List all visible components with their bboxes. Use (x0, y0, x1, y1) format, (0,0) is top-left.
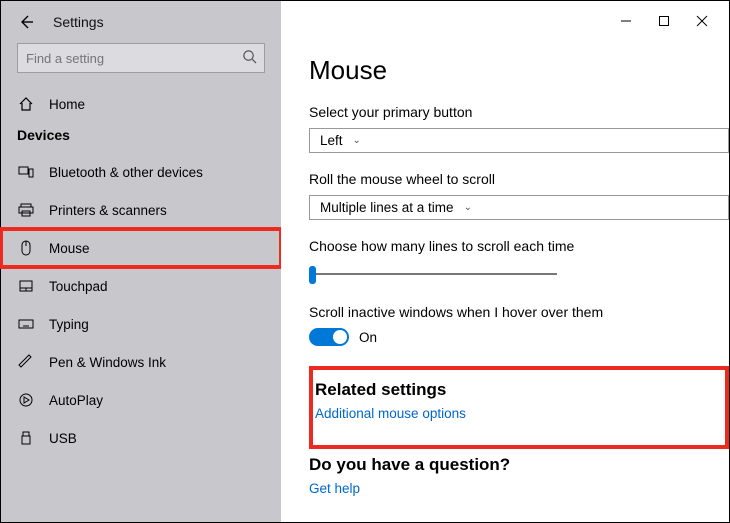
page-title: Mouse (309, 55, 729, 86)
lines-slider[interactable] (309, 262, 557, 286)
printer-icon (17, 201, 35, 219)
sidebar-item-printers[interactable]: Printers & scanners (1, 191, 281, 229)
sidebar-item-usb[interactable]: USB (1, 419, 281, 457)
sidebar-item-mouse[interactable]: Mouse (1, 229, 281, 267)
inactive-label: Scroll inactive windows when I hover ove… (309, 304, 729, 320)
sidebar-item-label: Typing (49, 317, 89, 332)
sidebar-item-label: Mouse (49, 241, 90, 256)
pen-icon (17, 353, 35, 371)
sidebar-item-typing[interactable]: Typing (1, 305, 281, 343)
sidebar: Settings Home Devices Bluetooth & other … (1, 1, 281, 522)
home-icon (17, 95, 35, 113)
touchpad-icon (17, 277, 35, 295)
wheel-label: Roll the mouse wheel to scroll (309, 171, 729, 187)
minimize-button[interactable] (607, 9, 645, 33)
main-content: Mouse Select your primary button Left ⌄ … (281, 1, 729, 522)
maximize-button[interactable] (645, 9, 683, 33)
related-settings-heading: Related settings (315, 380, 466, 400)
wheel-dropdown[interactable]: Multiple lines at a time ⌄ (309, 195, 729, 220)
dropdown-value: Multiple lines at a time (320, 200, 454, 215)
question-heading: Do you have a question? (309, 455, 729, 475)
sidebar-item-pen[interactable]: Pen & Windows Ink (1, 343, 281, 381)
autoplay-icon (17, 391, 35, 409)
sidebar-item-home[interactable]: Home (1, 85, 281, 123)
search-input[interactable] (17, 43, 265, 73)
additional-mouse-options-link[interactable]: Additional mouse options (315, 406, 466, 421)
chevron-down-icon: ⌄ (464, 202, 472, 213)
dropdown-value: Left (320, 133, 343, 148)
primary-button-label: Select your primary button (309, 104, 729, 120)
close-button[interactable] (683, 9, 721, 33)
search-icon (242, 49, 257, 64)
sidebar-item-label: AutoPlay (49, 393, 103, 408)
slider-thumb[interactable] (309, 266, 316, 284)
keyboard-icon (17, 315, 35, 333)
app-title: Settings (53, 14, 104, 30)
sidebar-item-autoplay[interactable]: AutoPlay (1, 381, 281, 419)
back-arrow-icon[interactable] (17, 13, 35, 31)
get-help-link[interactable]: Get help (309, 481, 729, 496)
usb-icon (17, 429, 35, 447)
category-heading: Devices (1, 123, 281, 153)
slider-track (309, 273, 557, 275)
toggle-state-label: On (359, 330, 377, 345)
sidebar-item-label: Printers & scanners (49, 203, 167, 218)
sidebar-item-label: Bluetooth & other devices (49, 165, 203, 180)
sidebar-item-label: Pen & Windows Ink (49, 355, 166, 370)
toggle-knob (333, 330, 347, 344)
primary-button-dropdown[interactable]: Left ⌄ (309, 128, 729, 153)
devices-icon (17, 163, 35, 181)
mouse-icon (17, 239, 35, 257)
sidebar-item-label: USB (49, 431, 77, 446)
related-settings-highlight: Related settings Additional mouse option… (309, 366, 729, 449)
sidebar-item-bluetooth[interactable]: Bluetooth & other devices (1, 153, 281, 191)
chevron-down-icon: ⌄ (353, 135, 361, 146)
inactive-toggle[interactable] (309, 328, 349, 346)
sidebar-item-touchpad[interactable]: Touchpad (1, 267, 281, 305)
sidebar-item-label: Touchpad (49, 279, 108, 294)
lines-label: Choose how many lines to scroll each tim… (309, 238, 729, 254)
sidebar-item-label: Home (49, 97, 85, 112)
